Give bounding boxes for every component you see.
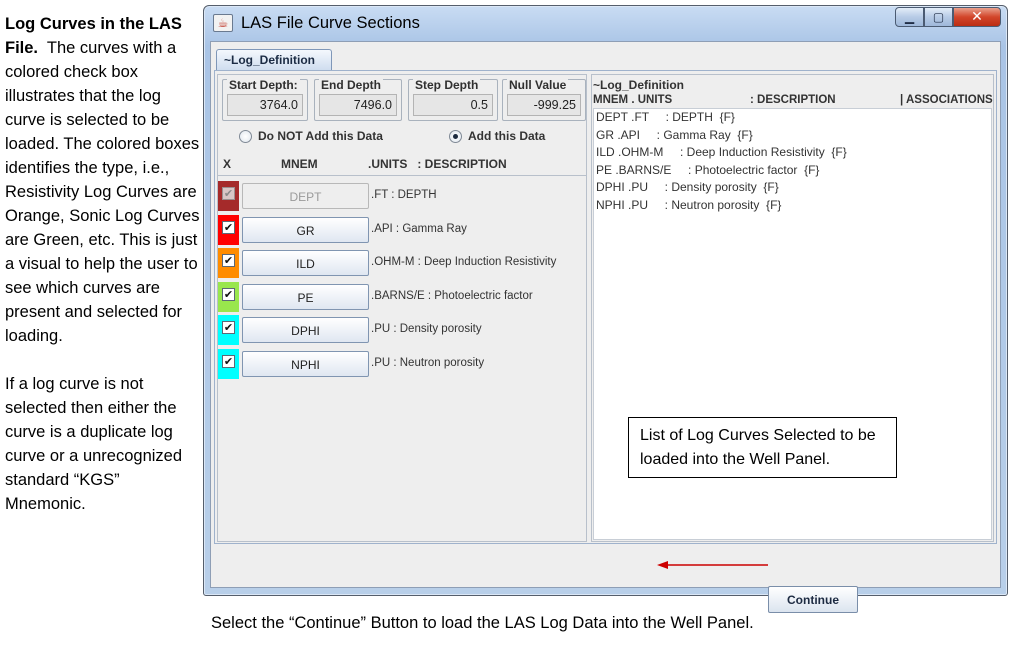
null-value-group: Null Value -999.25: [502, 78, 586, 121]
end-depth-field[interactable]: 7496.0: [319, 94, 397, 116]
minimize-button[interactable]: ▁: [895, 7, 924, 27]
curve-checkbox-dphi[interactable]: ✔: [222, 321, 235, 334]
curve-row-pe: ✔ PE .BARNS/E : Photoelectric factor: [218, 281, 586, 312]
curve-row-gr: ✔ GR .API : Gamma Ray: [218, 214, 586, 245]
curve-mnem-button-nphi[interactable]: NPHI: [242, 350, 369, 377]
window-title: LAS File Curve Sections: [241, 14, 420, 32]
header-divider: [218, 175, 586, 176]
curve-row-dept: ✔ DEPT .FT : DEPTH: [218, 181, 586, 211]
start-depth-group: Start Depth: 3764.0: [222, 78, 308, 121]
start-depth-field[interactable]: 3764.0: [227, 94, 303, 116]
pointer-arrow-icon: [657, 561, 768, 569]
explanation-paragraph-1: Log Curves in the LAS File. The curves w…: [5, 12, 201, 348]
explanation-text: Log Curves in the LAS File. The curves w…: [5, 12, 201, 516]
curve-description: .PU : Density porosity: [371, 323, 482, 335]
header-x: X: [223, 157, 232, 171]
curve-type-swatch: ✔: [218, 348, 239, 379]
explanation-body-1: The curves with a colored check box illu…: [5, 39, 200, 345]
caption-buttons: ▁ ▢ ✕: [895, 7, 1001, 27]
header-units-description: .UNITS : DESCRIPTION: [368, 157, 507, 171]
tab-log-definition[interactable]: ~Log_Definition: [216, 49, 332, 70]
radio-do-not-add-indicator[interactable]: [239, 129, 252, 143]
minimize-icon: ▁: [904, 10, 915, 24]
log-definition-title: ~Log_Definition: [593, 78, 684, 92]
radio-do-not-add-label: Do NOT Add this Data: [258, 129, 383, 143]
curve-type-swatch: ✔: [218, 214, 239, 245]
step-depth-label: Step Depth: [413, 78, 481, 92]
curve-description: .API : Gamma Ray: [371, 222, 467, 235]
step-depth-group: Step Depth 0.5: [408, 78, 498, 121]
log-definition-line: GR .API : Gamma Ray {F}: [596, 127, 753, 142]
end-depth-label: End Depth: [319, 78, 383, 92]
null-value-field[interactable]: -999.25: [507, 94, 581, 116]
radio-do-not-add[interactable]: Do NOT Add this Data: [239, 129, 383, 143]
radio-add-label: Add this Data: [468, 129, 546, 143]
radio-add-indicator[interactable]: [449, 129, 462, 143]
title-bar[interactable]: ☕ LAS File Curve Sections ▁ ▢ ✕: [204, 6, 1007, 40]
curve-type-swatch: ✔: [218, 281, 239, 312]
continue-button[interactable]: Continue: [768, 586, 858, 613]
java-cup-icon: ☕: [213, 14, 233, 32]
curve-description: .BARNS/E : Photoelectric factor: [371, 289, 533, 302]
log-definition-line: DEPT .FT : DEPTH {F}: [596, 110, 735, 124]
radio-add[interactable]: Add this Data: [449, 129, 545, 143]
curve-row-ild: ✔ ILD .OHM-M : Deep Induction Resistivity: [218, 248, 586, 278]
log-definition-line: PE .BARNS/E : Photoelectric factor {F}: [596, 162, 820, 177]
curve-type-swatch: ✔: [218, 248, 239, 278]
log-definition-line: ILD .OHM-M : Deep Induction Resistivity …: [596, 145, 847, 159]
maximize-button[interactable]: ▢: [924, 7, 953, 27]
curve-mnem-button-ild[interactable]: ILD: [242, 250, 369, 276]
column-associations: | ASSOCIATIONS: [900, 94, 993, 106]
curve-checkbox-ild[interactable]: ✔: [222, 254, 235, 267]
curve-checkbox-nphi[interactable]: ✔: [222, 354, 235, 368]
end-depth-group: End Depth 7496.0: [314, 78, 402, 121]
curve-row-nphi: ✔ NPHI .PU : Neutron porosity: [218, 348, 586, 379]
curve-checkbox-dept[interactable]: ✔: [222, 187, 235, 200]
null-value-label: Null Value: [507, 78, 569, 92]
callout-note: List of Log Curves Selected to be loaded…: [628, 417, 897, 478]
explanation-paragraph-2: If a log curve is not selected then eith…: [5, 375, 183, 513]
las-curve-sections-window: ☕ LAS File Curve Sections ▁ ▢ ✕ ~Log_Def…: [203, 5, 1008, 613]
close-icon: ✕: [971, 9, 983, 25]
curve-type-swatch: ✔: [218, 181, 239, 211]
window-client-area: ~Log_Definition Start Depth: 3764.0 End …: [210, 41, 1001, 613]
column-mnem-units: MNEM . UNITS: [593, 94, 673, 106]
maximize-icon: ▢: [932, 10, 945, 24]
bottom-caption: Select the “Continue” Button to load the…: [211, 614, 754, 632]
curve-description: .OHM-M : Deep Induction Resistivity: [371, 256, 557, 268]
header-mnem: MNEM: [281, 157, 318, 171]
curve-type-swatch: ✔: [218, 315, 239, 345]
close-button[interactable]: ✕: [953, 7, 1001, 27]
start-depth-label: Start Depth:: [227, 78, 300, 92]
curve-description: .FT : DEPTH: [371, 189, 437, 201]
step-depth-field[interactable]: 0.5: [413, 94, 493, 116]
log-definition-line: NPHI .PU : Neutron porosity {F}: [596, 197, 782, 212]
curve-selection-panel: Start Depth: 3764.0 End Depth 7496.0 Ste…: [217, 74, 587, 542]
curve-mnem-button-gr[interactable]: GR: [242, 216, 369, 243]
column-description: : DESCRIPTION: [750, 94, 836, 106]
curve-checkbox-gr[interactable]: ✔: [222, 220, 235, 234]
log-definition-line: DPHI .PU : Density porosity {F}: [596, 180, 779, 194]
curve-mnem-button-dphi[interactable]: DPHI: [242, 317, 369, 343]
curve-row-dphi: ✔ DPHI .PU : Density porosity: [218, 315, 586, 345]
curve-description: .PU : Neutron porosity: [371, 356, 485, 369]
curve-checkbox-pe[interactable]: ✔: [222, 287, 235, 301]
curve-mnem-button-dept[interactable]: DEPT: [242, 183, 369, 209]
curve-mnem-button-pe[interactable]: PE: [242, 283, 369, 310]
